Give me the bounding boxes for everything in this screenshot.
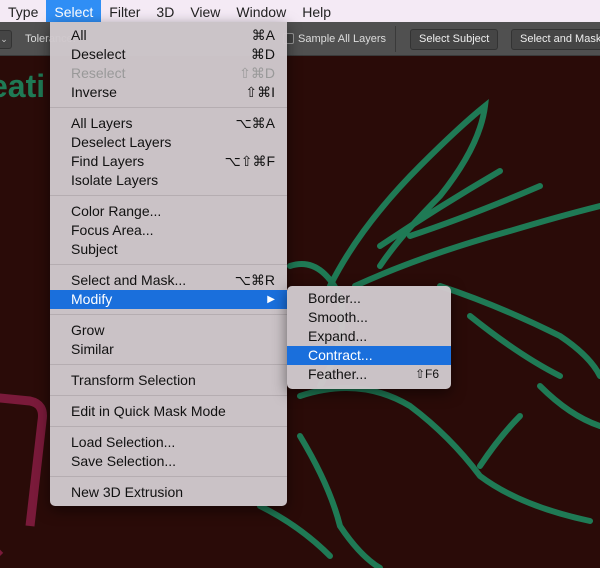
menu-separator [50, 195, 287, 196]
menu-item-focus-area[interactable]: Focus Area... [50, 221, 287, 240]
menu-item-find-layers[interactable]: Find Layers ⌥⇧⌘F [50, 152, 287, 171]
menu-item-similar[interactable]: Similar [50, 340, 287, 359]
menu-item-label: Focus Area... [71, 222, 154, 238]
menu-item-transform-selection[interactable]: Transform Selection [50, 371, 287, 390]
menu-item-label: All [71, 27, 87, 43]
menu-item-deselect-layers[interactable]: Deselect Layers [50, 133, 287, 152]
menu-3d[interactable]: 3D [148, 0, 182, 22]
selection-path [537, 383, 600, 429]
menu-item-label: Transform Selection [71, 372, 196, 388]
shortcut: ⇧⌘I [245, 84, 275, 100]
selection-path [467, 313, 563, 379]
submenu-item-label: Contract... [308, 347, 373, 363]
menu-item-label: Reselect [71, 65, 126, 81]
menu-item-label: Color Range... [71, 203, 162, 219]
select-subject-button[interactable]: Select Subject [410, 29, 499, 50]
selection-path [437, 283, 600, 379]
submenu-item-feather[interactable]: Feather... ⇧F6 [287, 365, 451, 384]
shortcut: ⌥⌘R [234, 272, 275, 288]
menu-item-label: Modify [71, 291, 113, 307]
submenu-item-border[interactable]: Border... [287, 289, 451, 308]
tool-preset-dropdown[interactable]: ⌄ [0, 30, 12, 49]
shortcut: ⌘D [250, 46, 275, 62]
menu-item-load-selection[interactable]: Load Selection... [50, 433, 287, 452]
menu-separator [50, 476, 287, 477]
menu-select[interactable]: Select [46, 0, 102, 22]
menu-item-label: New 3D Extrusion [71, 484, 184, 500]
menu-item-subject[interactable]: Subject [50, 240, 287, 259]
menu-item-label: Isolate Layers [71, 172, 159, 188]
menu-item-label: Load Selection... [71, 434, 176, 450]
menu-item-all[interactable]: All ⌘A [50, 26, 287, 45]
selection-path [297, 385, 593, 524]
submenu-item-label: Smooth... [308, 309, 368, 325]
select-and-mask-button[interactable]: Select and Mask... [511, 29, 600, 50]
menu-item-label: Select and Mask... [71, 272, 187, 288]
menu-item-inverse[interactable]: Inverse ⇧⌘I [50, 83, 287, 102]
menu-separator [50, 314, 287, 315]
submenu-item-contract[interactable]: Contract... [287, 346, 451, 365]
modify-submenu: Border... Smooth... Expand... Contract... Fe… [287, 286, 451, 389]
menu-separator [50, 107, 287, 108]
menu-separator [50, 426, 287, 427]
menu-item-grow[interactable]: Grow [50, 321, 287, 340]
menu-item-reselect[interactable]: Reselect ⇧⌘D [50, 64, 287, 83]
menu-window[interactable]: Window [228, 0, 294, 22]
menu-separator [50, 264, 287, 265]
menu-item-new-3d-extrusion[interactable]: New 3D Extrusion [50, 483, 287, 502]
menu-item-edit-in-quick-mask-mode[interactable]: Edit in Quick Mask Mode [50, 402, 287, 421]
menu-bar: Type Select Filter 3D View Window Help [0, 0, 600, 22]
menu-item-label: Edit in Quick Mask Mode [71, 403, 226, 419]
menu-view[interactable]: View [182, 0, 228, 22]
menu-item-label: Inverse [71, 84, 117, 100]
menu-item-all-layers[interactable]: All Layers ⌥⌘A [50, 114, 287, 133]
menu-item-isolate-layers[interactable]: Isolate Layers [50, 171, 287, 190]
submenu-item-label: Border... [308, 290, 361, 306]
menu-item-select-and-mask[interactable]: Select and Mask... ⌥⌘R [50, 271, 287, 290]
submenu-item-smooth[interactable]: Smooth... [287, 308, 451, 327]
pink-shape [0, 393, 47, 556]
shortcut: ⌘A [251, 27, 275, 43]
menu-item-deselect[interactable]: Deselect ⌘D [50, 45, 287, 64]
divider [395, 26, 396, 52]
shortcut: ⇧F6 [414, 367, 439, 381]
shortcut: ⌥⌘A [235, 115, 275, 131]
menu-help[interactable]: Help [294, 0, 339, 22]
menu-item-label: Subject [71, 241, 118, 257]
shortcut: ⌥⇧⌘F [224, 153, 275, 169]
submenu-item-label: Expand... [308, 328, 368, 344]
menu-item-label: Similar [71, 341, 114, 357]
menu-item-color-range[interactable]: Color Range... [50, 202, 287, 221]
menu-separator [50, 395, 287, 396]
menu-item-label: Save Selection... [71, 453, 177, 469]
selection-path [297, 433, 383, 568]
menu-item-label: All Layers [71, 115, 133, 131]
menu-separator [50, 364, 287, 365]
menu-filter[interactable]: Filter [101, 0, 148, 22]
menu-item-modify[interactable]: Modify ▶ [50, 290, 287, 309]
submenu-item-expand[interactable]: Expand... [287, 327, 451, 346]
select-menu-dropdown: All ⌘A Deselect ⌘D Reselect ⇧⌘D Inverse ⇧⌘I All … [50, 22, 287, 506]
shortcut: ⇧⌘D [239, 65, 275, 81]
menu-item-label: Deselect [71, 46, 126, 62]
submenu-item-label: Feather... [308, 366, 368, 382]
menu-item-label: Grow [71, 322, 105, 338]
selection-path [257, 503, 333, 559]
submenu-arrow-icon: ▶ [267, 294, 275, 305]
menu-item-label: Find Layers [71, 153, 145, 169]
menu-type[interactable]: Type [0, 0, 46, 22]
menu-item-label: Deselect Layers [71, 134, 172, 150]
sample-all-layers-label: Sample All Layers [298, 33, 387, 45]
selection-path [477, 413, 523, 469]
menu-item-save-selection[interactable]: Save Selection... [50, 452, 287, 471]
